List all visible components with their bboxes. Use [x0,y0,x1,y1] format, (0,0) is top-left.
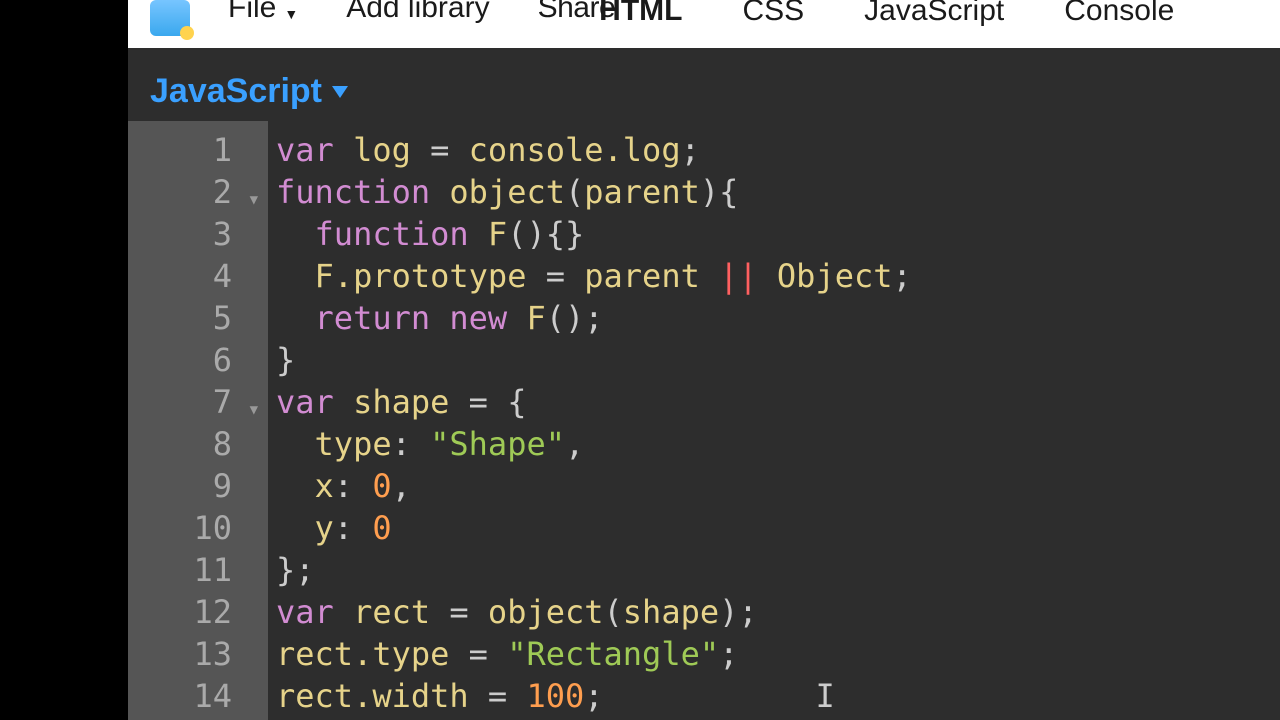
tab-html[interactable]: HTML [569,0,712,36]
line-number: 6 [128,339,268,381]
line-number: 8 [128,423,268,465]
code-editor[interactable]: var log = console.log;function object(pa… [268,121,1280,720]
line-gutter: 1 2▼ 3 4 5 6 7▼ 8 9 10 11 12 13 14 [128,121,268,720]
language-label: JavaScript [150,72,322,111]
tab-javascript[interactable]: JavaScript [834,0,1034,36]
line-number: 11 [128,549,268,591]
line-number: 4 [128,255,268,297]
text-cursor-icon: I [815,677,834,715]
top-appbar: File ▼ Add library Share HTML CSS JavaSc… [128,0,1280,48]
file-menu[interactable]: File ▼ [204,0,322,30]
line-number: 14 [128,675,268,717]
tab-css[interactable]: CSS [712,0,834,36]
line-number: 9 [128,465,268,507]
chevron-down-icon: ▼ [284,0,298,28]
jsbin-logo-icon[interactable] [150,0,190,36]
tab-console[interactable]: Console [1034,0,1204,36]
line-number: 10 [128,507,268,549]
line-number: 2▼ [128,171,268,213]
line-number: 12 [128,591,268,633]
panel-tabs: HTML CSS JavaScript Console [569,0,1204,42]
line-number: 3 [128,213,268,255]
line-number: 1 [128,129,268,171]
line-number: 13 [128,633,268,675]
language-selector[interactable]: JavaScript [128,48,1280,121]
editor-panel: JavaScript 1 2▼ 3 4 5 6 7▼ 8 9 10 11 12 … [128,48,1280,720]
chevron-down-icon [332,86,348,98]
add-library-label: Add library [346,0,489,22]
file-menu-label: File [228,0,276,22]
add-library-menu[interactable]: Add library [322,0,513,30]
line-number: 7▼ [128,381,268,423]
line-number: 5 [128,297,268,339]
code-area: 1 2▼ 3 4 5 6 7▼ 8 9 10 11 12 13 14 var l… [128,121,1280,720]
letterbox-left [0,0,128,720]
